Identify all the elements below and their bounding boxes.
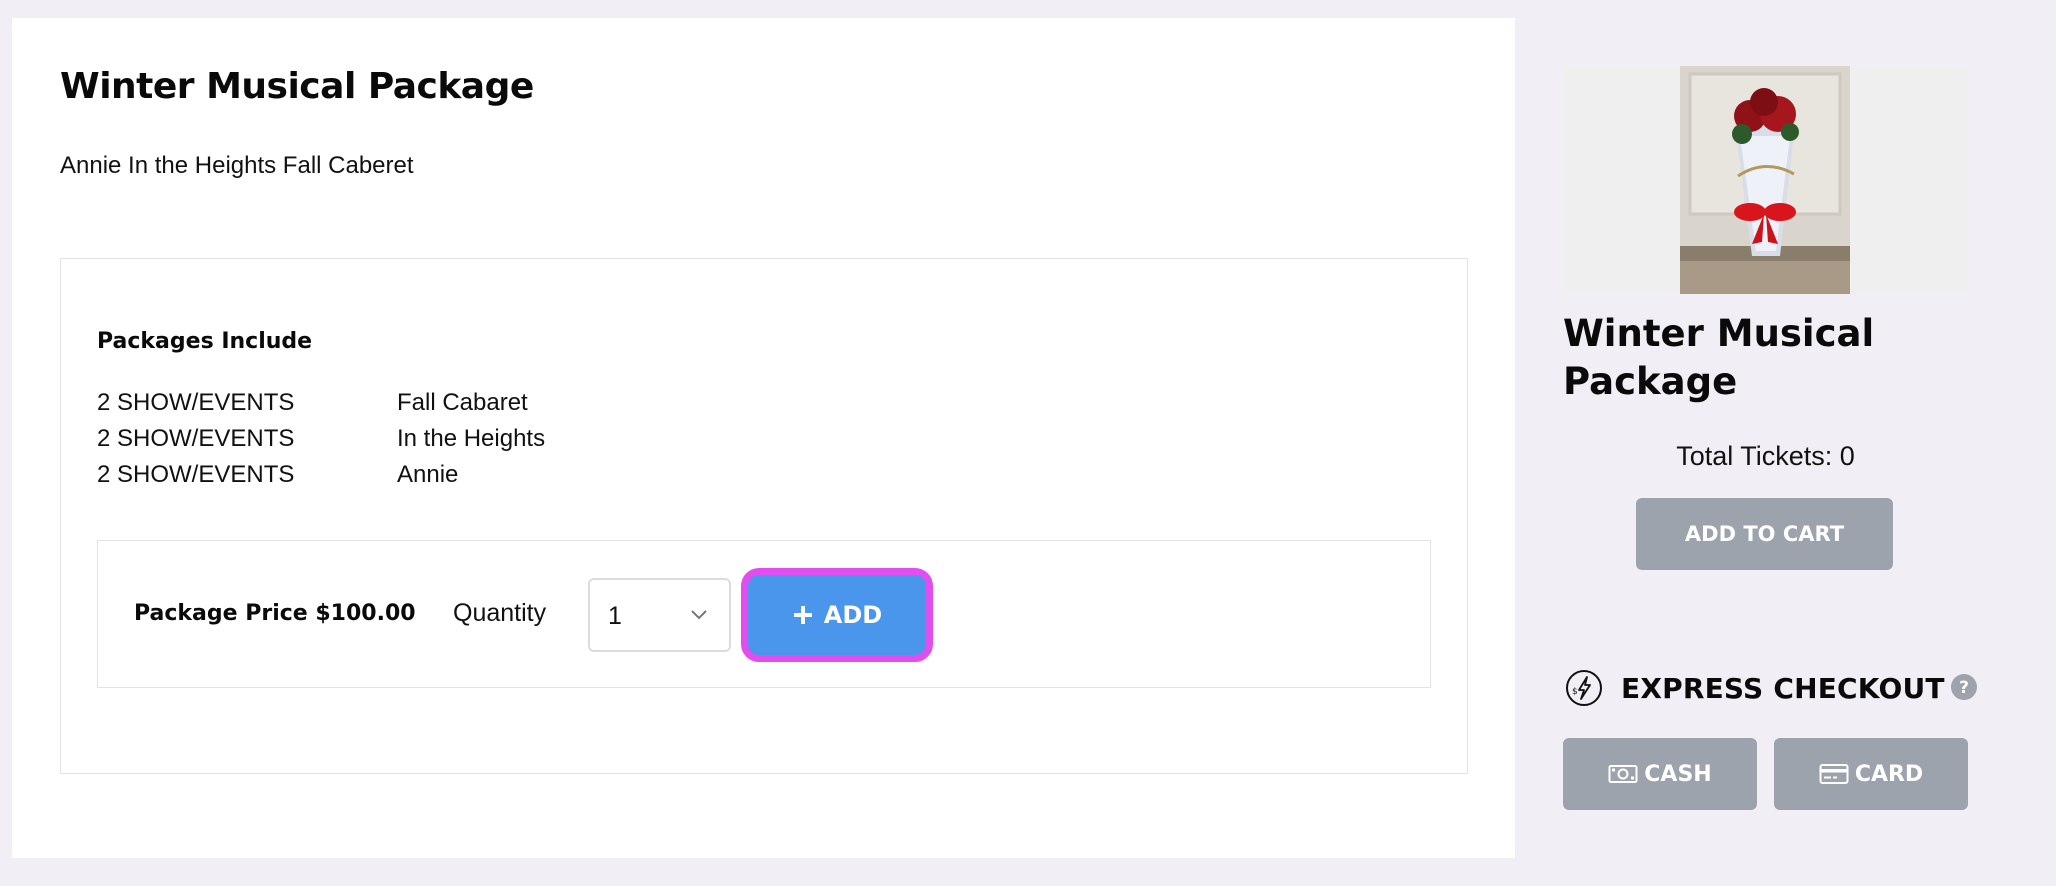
list-item: 2 SHOW/EVENTS Annie: [97, 457, 545, 493]
package-detail-panel: Winter Musical Package Annie In the Heig…: [12, 18, 1515, 858]
credit-card-icon: [1819, 764, 1849, 784]
page-title: Winter Musical Package: [60, 66, 534, 107]
card-button[interactable]: CARD: [1774, 738, 1968, 810]
includes-heading: Packages Include: [97, 329, 313, 354]
quantity-value: 1: [608, 602, 622, 630]
express-checkout-header: $ EXPRESS CHECKOUT ?: [1565, 665, 1995, 711]
add-button[interactable]: ADD: [741, 568, 933, 662]
cash-icon: [1608, 765, 1638, 783]
cash-button-label: CASH: [1644, 761, 1712, 787]
package-subtitle: Annie In the Heights Fall Caberet: [60, 152, 414, 179]
quantity-select[interactable]: 1: [588, 578, 731, 652]
package-includes-card: Packages Include 2 SHOW/EVENTS Fall Caba…: [60, 258, 1468, 774]
cash-button[interactable]: CASH: [1563, 738, 1757, 810]
svg-text:?: ?: [1959, 678, 1969, 698]
question-icon[interactable]: ?: [1950, 673, 1978, 701]
total-tickets: Total Tickets: 0: [1676, 441, 1855, 471]
package-price: Package Price $100.00: [134, 601, 416, 626]
list-item: 2 SHOW/EVENTS Fall Cabaret: [97, 385, 545, 421]
plus-icon: [793, 606, 812, 624]
svg-text:$: $: [1572, 687, 1578, 697]
chevron-down-icon: [691, 610, 707, 620]
express-checkout-title: EXPRESS CHECKOUT: [1621, 672, 1945, 705]
summary-title: Winter Musical Package: [1563, 312, 1875, 403]
product-image: [1563, 66, 1968, 294]
include-event-name: Annie: [397, 461, 459, 488]
quantity-label: Quantity: [453, 599, 547, 627]
include-quantity: 2 SHOW/EVENTS: [97, 389, 295, 416]
include-event-name: In the Heights: [397, 425, 546, 452]
include-quantity: 2 SHOW/EVENTS: [97, 425, 295, 452]
list-item: 2 SHOW/EVENTS In the Heights: [97, 421, 545, 457]
order-summary-panel: Winter Musical Package Total Tickets: 0 …: [1515, 18, 2016, 618]
add-to-cart-button[interactable]: ADD TO CART: [1636, 498, 1893, 570]
include-quantity: 2 SHOW/EVENTS: [97, 461, 295, 488]
bouquet-photo: [1680, 66, 1850, 294]
lightning-dollar-icon: $: [1566, 670, 1602, 706]
includes-list: 2 SHOW/EVENTS Fall Cabaret 2 SHOW/EVENTS…: [97, 385, 545, 493]
card-button-label: CARD: [1854, 761, 1924, 787]
add-button-label: ADD: [823, 601, 883, 629]
purchase-row: Package Price $100.00 Quantity 1 ADD: [97, 540, 1431, 688]
include-event-name: Fall Cabaret: [397, 389, 528, 416]
